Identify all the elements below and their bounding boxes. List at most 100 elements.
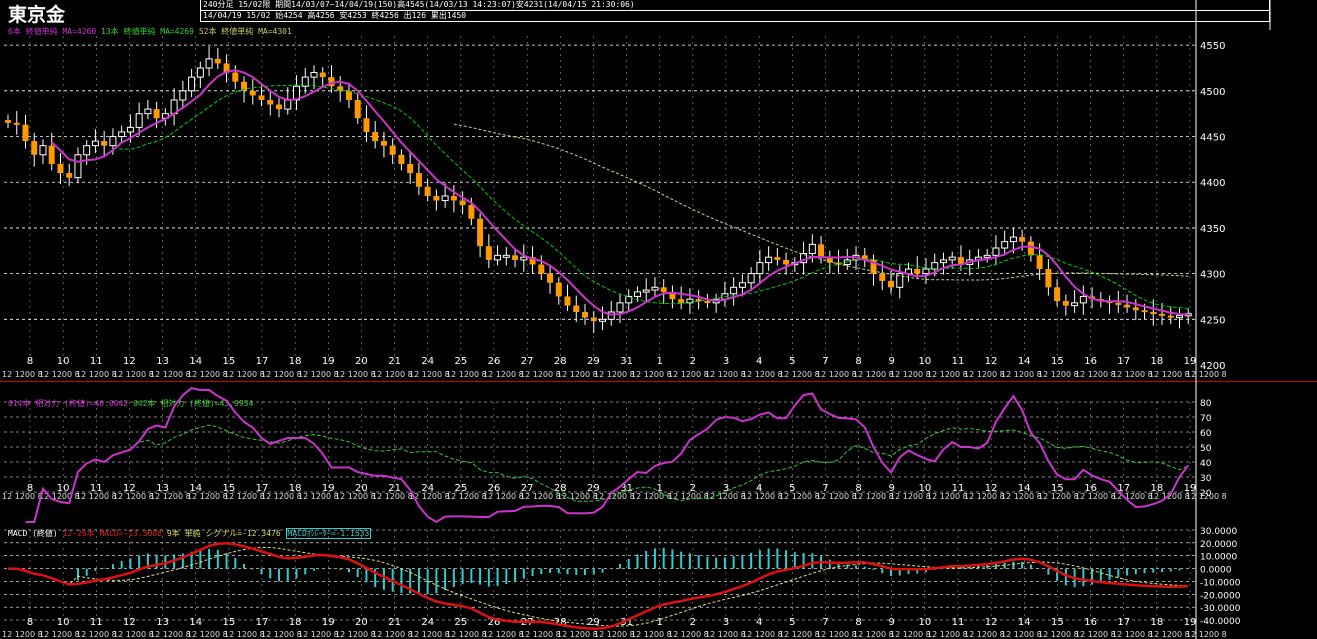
day-label: 11 xyxy=(90,356,103,367)
day-label: 17 xyxy=(256,356,269,367)
candle-body-down xyxy=(1019,237,1026,242)
session-tick-label: 12 1200 8 xyxy=(779,492,820,501)
macd-tick-label: -10.0000 xyxy=(1200,578,1241,588)
day-label: 10 xyxy=(918,617,931,628)
candle-body-up xyxy=(196,67,204,78)
candle-body-down xyxy=(22,124,29,142)
session-tick-label: 12 1200 8 xyxy=(853,370,894,379)
candle-body-up xyxy=(765,256,773,264)
candle-body-down xyxy=(1167,315,1174,318)
session-tick-label: 12 1200 8 xyxy=(594,370,635,379)
macd-tick-label: 20.0000 xyxy=(1200,540,1237,550)
rsi-tick-label: 80 xyxy=(1200,399,1212,409)
day-label: 17 xyxy=(1117,356,1130,367)
session-tick-label: 12 1200 8 xyxy=(113,370,154,379)
day-label: 8 xyxy=(27,617,33,628)
session-tick-label: 12 1200 8 xyxy=(1186,630,1227,639)
candle-body-down xyxy=(363,118,370,132)
rsi-tick-label: 40 xyxy=(1200,459,1212,469)
day-label: 19 xyxy=(1184,617,1197,628)
candle-body-down xyxy=(5,120,11,123)
day-label: 13 xyxy=(156,617,169,628)
price-tick-label: 4450 xyxy=(1200,133,1225,144)
candle-body-down xyxy=(564,296,571,306)
candle-body-up xyxy=(756,262,764,275)
session-tick-label: 12 1200 8 xyxy=(890,370,931,379)
session-tick-label: 12 1200 8 xyxy=(1001,370,1042,379)
day-label: 8 xyxy=(855,356,861,367)
session-tick-label: 12 1200 8 xyxy=(594,492,635,501)
candle-body-up xyxy=(144,108,152,115)
candle-body-up xyxy=(74,154,82,179)
ma13-line xyxy=(112,84,1189,309)
session-tick-label: 12 1200 8 xyxy=(483,370,524,379)
day-label: 25 xyxy=(454,356,467,367)
day-label: 14 xyxy=(1018,356,1031,367)
candle-body-down xyxy=(276,104,283,110)
price-tick-label: 4350 xyxy=(1200,224,1225,235)
session-tick-label: 12 1200 8 xyxy=(1001,630,1042,639)
candle-body-down xyxy=(704,301,711,304)
candle-body-up xyxy=(205,58,213,69)
session-tick-label: 12 1200 8 xyxy=(1001,492,1042,501)
candle-body-down xyxy=(1150,311,1157,314)
session-tick-label: 12 1200 8 xyxy=(76,370,117,379)
day-label: 16 xyxy=(1084,617,1097,628)
candle-body-down xyxy=(1062,301,1069,306)
candle-body-down xyxy=(232,72,239,82)
session-tick-label: 12 1200 8 xyxy=(557,370,598,379)
session-tick-label: 12 1200 8 xyxy=(409,630,450,639)
candle-body-up xyxy=(179,90,187,101)
session-tick-label: 12 1200 8 xyxy=(816,370,857,379)
session-tick-label: 12 1200 8 xyxy=(668,630,709,639)
macd-tick-label: 0.0000 xyxy=(1200,566,1232,576)
session-tick-label: 12 1200 8 xyxy=(1112,630,1153,639)
candle-body-down xyxy=(354,99,361,119)
session-tick-label: 12 1200 8 xyxy=(816,492,857,501)
session-tick-label: 12 1200 8 xyxy=(2,492,43,501)
session-tick-label: 12 1200 8 xyxy=(890,492,931,501)
session-tick-label: 12 1200 8 xyxy=(1186,492,1227,501)
rsi-tick-label: 70 xyxy=(1200,414,1212,424)
candle-body-down xyxy=(783,259,790,265)
candle-body-down xyxy=(267,99,274,105)
session-tick-label: 12 1200 8 xyxy=(224,370,265,379)
macd-line xyxy=(7,542,1189,631)
price-tick-label: 4400 xyxy=(1200,178,1225,189)
session-tick-label: 12 1200 8 xyxy=(742,492,783,501)
candle-body-up xyxy=(983,254,991,258)
candle-body-down xyxy=(415,173,422,187)
session-tick-label: 12 1200 8 xyxy=(372,370,413,379)
session-tick-label: 12 1200 8 xyxy=(39,492,80,501)
session-tick-label: 12 1200 8 xyxy=(2,370,43,379)
candle-body-down xyxy=(459,200,466,206)
candle-body-up xyxy=(39,145,47,156)
day-label: 25 xyxy=(454,617,467,628)
session-tick-label: 12 1200 8 xyxy=(1075,630,1116,639)
day-label: 5 xyxy=(789,356,795,367)
candle-body-up xyxy=(118,131,126,138)
session-tick-label: 12 1200 8 xyxy=(1112,370,1153,379)
candle-body-down xyxy=(818,244,825,258)
candle-body-down xyxy=(914,269,921,274)
candle-body-down xyxy=(1124,304,1131,308)
candle-body-down xyxy=(424,186,431,196)
session-tick-label: 12 1200 8 xyxy=(742,370,783,379)
session-tick-label: 12 1200 8 xyxy=(335,370,376,379)
candle-body-up xyxy=(599,318,606,322)
day-label: 7 xyxy=(822,356,828,367)
candle-body-down xyxy=(512,255,519,260)
candle-body-down xyxy=(1054,287,1061,302)
candle-body-down xyxy=(450,195,457,201)
day-label: 18 xyxy=(289,356,302,367)
candle-body-up xyxy=(992,247,1000,256)
session-tick-label: 12 1200 8 xyxy=(335,492,376,501)
day-label: 29 xyxy=(587,617,600,628)
candle-body-down xyxy=(153,109,160,119)
session-tick-label: 12 1200 8 xyxy=(779,630,820,639)
candle-body-down xyxy=(555,282,562,297)
candle-body-down xyxy=(477,218,484,247)
candle-body-up xyxy=(747,273,755,284)
session-tick-label: 12 1200 8 xyxy=(187,630,228,639)
session-tick-label: 12 1200 8 xyxy=(261,630,302,639)
